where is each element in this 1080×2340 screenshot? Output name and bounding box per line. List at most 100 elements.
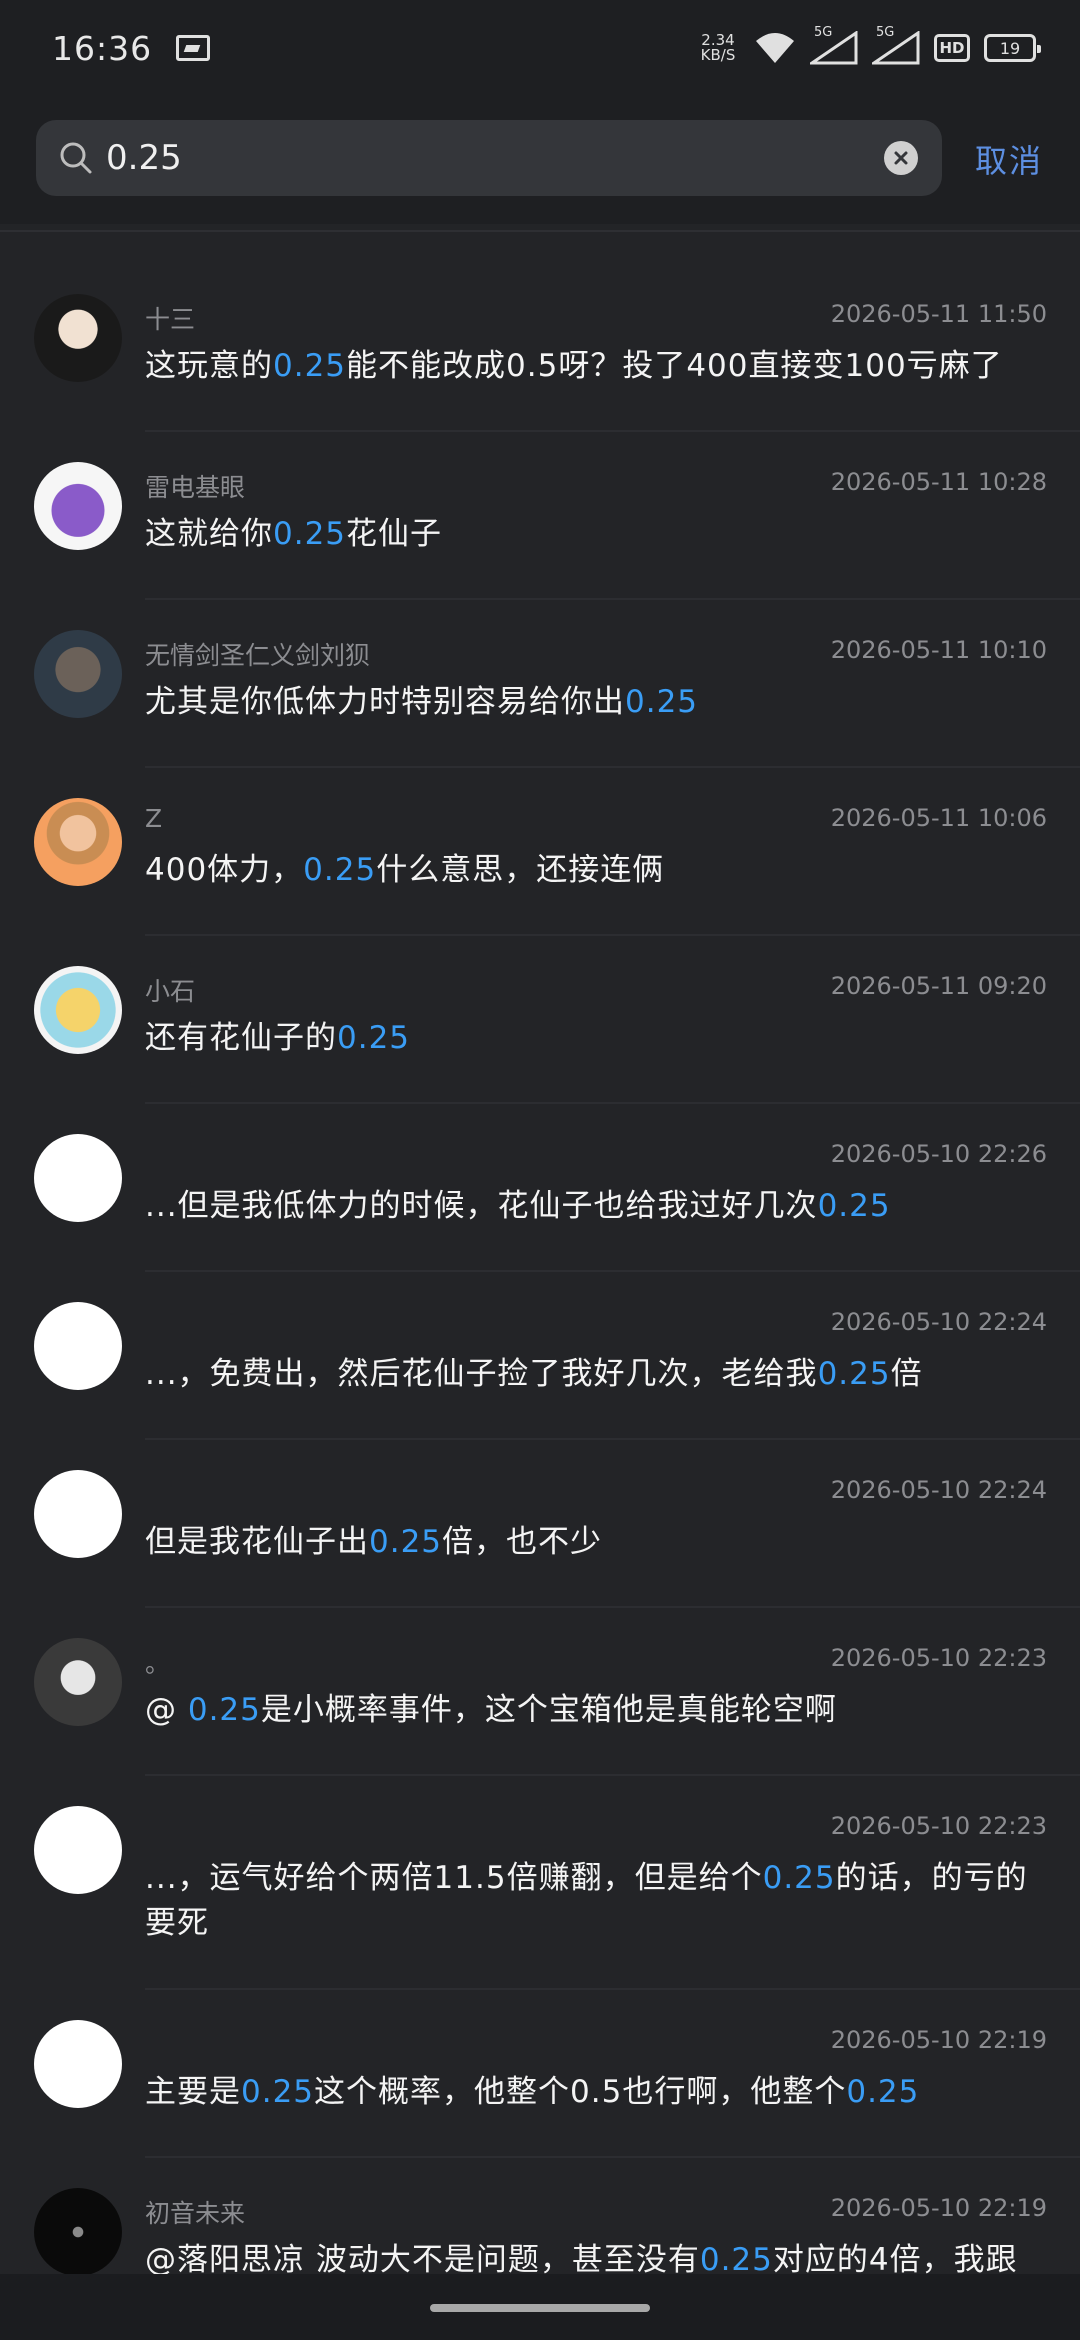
- comment-item[interactable]: 小石 2026-05-11 09:20 还有花仙子的0.25: [0, 936, 1080, 1104]
- comment-text-segment: @: [145, 1692, 188, 1728]
- comment-username: Z: [145, 804, 163, 833]
- comment-text-segment: 这就给你: [145, 516, 273, 552]
- comment-text-segment: 这玩意的: [145, 348, 273, 384]
- search-icon: [60, 142, 92, 174]
- comment-item[interactable]: 。 2026-05-10 22:23 @ 0.25是小概率事件，这个宝箱他是真能轮空…: [0, 1608, 1080, 1776]
- avatar[interactable]: [34, 294, 122, 382]
- avatar[interactable]: [34, 1302, 122, 1390]
- cellular-1-label: 5G: [814, 25, 833, 40]
- comment-username: 初音未来: [145, 2199, 246, 2228]
- comment-timestamp: 2026-05-10 22:24: [830, 1308, 1047, 1336]
- comment-item[interactable]: Z 2026-05-11 10:06 400体力，0.25什么意思，还接连俩: [0, 768, 1080, 936]
- comment-text: ...但是我低体力的时候，花仙子也给我过好几次0.25: [145, 1184, 1045, 1229]
- comment-timestamp: 2026-05-11 11:50: [830, 300, 1047, 328]
- avatar[interactable]: [34, 966, 122, 1054]
- avatar[interactable]: [34, 630, 122, 718]
- comment-timestamp: 2026-05-10 22:26: [830, 1140, 1047, 1168]
- comment-timestamp: 2026-05-11 10:28: [830, 468, 1047, 496]
- comment-timestamp: 2026-05-11 10:06: [830, 804, 1047, 832]
- avatar[interactable]: [34, 1806, 122, 1894]
- search-highlight: 0.25: [303, 852, 377, 888]
- cellular-2-label: 5G: [876, 25, 895, 40]
- comment-item[interactable]: 十三 2026-05-11 11:50 这玩意的0.25能不能改成0.5呀？投了40…: [0, 264, 1080, 432]
- cellular-signal-2-icon: 5G: [872, 25, 920, 65]
- comment-text: 这玩意的0.25能不能改成0.5呀？投了400直接变100亏麻了: [145, 344, 1045, 389]
- search-highlight: 0.25: [762, 1860, 836, 1896]
- search-highlight: 0.25: [817, 1188, 891, 1224]
- search-highlight: 0.25: [241, 2074, 315, 2110]
- comment-text-segment: 是小概率事件，这个宝箱他是真能轮空啊: [260, 1692, 837, 1728]
- comment-text-segment: 这个概率，他整个0.5也行啊，他整个: [314, 2074, 847, 2110]
- comment-username: 无情剑圣仁义剑刘狈: [145, 641, 371, 670]
- comment-text-segment: 能不能改成0.5呀？投了400直接变100亏麻了: [346, 348, 1003, 384]
- navigation-bar: [0, 2274, 1080, 2340]
- comment-text-segment: ...但是我低体力的时候，花仙子也给我过好几次: [145, 1188, 818, 1224]
- search-highlight: 0.25: [846, 2074, 920, 2110]
- comment-item[interactable]: 初音未来 2026-05-10 22:19 @落阳思凉 波动大不是问题，甚至没有0.…: [0, 2158, 1080, 2274]
- status-bar: 16:36 2.34 KB/S 5G 5G HD 19: [0, 0, 1080, 96]
- search-input[interactable]: [106, 120, 886, 196]
- avatar[interactable]: [34, 462, 122, 550]
- comment-text: ...，运气好给个两倍11.5倍赚翻，但是给个0.25的话，的亏的要死: [145, 1856, 1045, 1946]
- comment-text-segment: 倍: [890, 1356, 923, 1392]
- search-highlight: 0.25: [817, 1356, 891, 1392]
- search-highlight: 0.25: [369, 1524, 443, 1560]
- comment-item[interactable]: 2026-05-10 22:26 ...但是我低体力的时候，花仙子也给我过好几次0…: [0, 1104, 1080, 1272]
- close-icon: [894, 151, 908, 165]
- comment-timestamp: 2026-05-10 22:19: [830, 2026, 1047, 2054]
- comment-text-segment: 花仙子: [346, 516, 443, 552]
- comment-item[interactable]: 2026-05-10 22:19 主要是0.25这个概率，他整个0.5也行啊，他整…: [0, 1990, 1080, 2158]
- comment-item[interactable]: 无情剑圣仁义剑刘狈 2026-05-11 10:10 尤其是你低体力时特别容易给你出…: [0, 600, 1080, 768]
- comment-timestamp: 2026-05-10 22:23: [830, 1812, 1047, 1840]
- avatar[interactable]: [34, 2020, 122, 2108]
- search-results-list[interactable]: 十三 2026-05-11 11:50 这玩意的0.25能不能改成0.5呀？投了40…: [0, 224, 1080, 2274]
- comment-username: 。: [145, 1649, 171, 1678]
- comment-text-segment: 尤其是你低体力时特别容易给你出: [145, 684, 625, 720]
- comment-text: ...，免费出，然后花仙子捡了我好几次，老给我0.25倍: [145, 1352, 1045, 1397]
- search-box[interactable]: [36, 120, 942, 196]
- comment-text-segment: 主要是: [145, 2074, 241, 2110]
- comment-text-segment: 还有花仙子的: [145, 1020, 337, 1056]
- comment-text-segment: 什么意思，还接连俩: [376, 852, 665, 888]
- search-highlight: 0.25: [337, 1020, 411, 1056]
- comment-timestamp: 2026-05-10 22:23: [830, 1644, 1047, 1672]
- status-time: 16:36: [52, 28, 153, 68]
- comment-username: 小石: [145, 977, 196, 1006]
- results-top-divider: [0, 224, 1080, 232]
- comment-text-segment: 倍，也不少: [442, 1524, 603, 1560]
- notification-app-icon: [176, 35, 211, 61]
- status-icons: 2.34 KB/S 5G 5G HD 19: [696, 24, 1041, 72]
- comment-text-segment: ...，免费出，然后花仙子捡了我好几次，老给我: [145, 1356, 818, 1392]
- comment-text: 但是我花仙子出0.25倍，也不少: [145, 1520, 1045, 1565]
- battery-icon: 19: [984, 34, 1041, 62]
- avatar[interactable]: [34, 1470, 122, 1558]
- home-indicator[interactable]: [430, 2304, 650, 2312]
- comment-item[interactable]: 2026-05-10 22:24 ...，免费出，然后花仙子捡了我好几次，老给我0…: [0, 1272, 1080, 1440]
- comment-text: 还有花仙子的0.25: [145, 1016, 1045, 1061]
- avatar[interactable]: [34, 1638, 122, 1726]
- avatar[interactable]: [34, 798, 122, 886]
- hd-voice-icon: HD: [934, 34, 970, 62]
- cellular-signal-1-icon: 5G: [810, 25, 858, 65]
- comment-text-segment: 但是我花仙子出: [145, 1524, 369, 1560]
- search-highlight: 0.25: [187, 1692, 261, 1728]
- comment-item[interactable]: 雷电基眼 2026-05-11 10:28 这就给你0.25花仙子: [0, 432, 1080, 600]
- comment-timestamp: 2026-05-11 10:10: [830, 636, 1047, 664]
- avatar[interactable]: [34, 2188, 122, 2274]
- comment-text-segment: @落阳思凉 波动大不是问题，甚至没有: [145, 2242, 700, 2274]
- wifi-icon: [756, 33, 794, 63]
- comment-timestamp: 2026-05-10 22:19: [830, 2194, 1047, 2222]
- comment-item[interactable]: 2026-05-10 22:24 但是我花仙子出0.25倍，也不少: [0, 1440, 1080, 1608]
- search-highlight: 0.25: [273, 348, 347, 384]
- comment-username: 雷电基眼: [145, 473, 246, 502]
- avatar[interactable]: [34, 1134, 122, 1222]
- search-highlight: 0.25: [699, 2242, 773, 2274]
- comment-text: @落阳思凉 波动大不是问题，甚至没有0.25对应的4倍，我跟管理说过了: [145, 2238, 1045, 2274]
- cancel-button[interactable]: 取消: [975, 136, 1043, 182]
- comment-text-segment: 400体力，: [145, 852, 304, 888]
- comment-text: @ 0.25是小概率事件，这个宝箱他是真能轮空啊: [145, 1688, 1045, 1733]
- network-speed-unit: KB/S: [700, 46, 736, 64]
- clear-search-button[interactable]: [884, 141, 918, 175]
- comment-timestamp: 2026-05-11 09:20: [830, 972, 1047, 1000]
- comment-item[interactable]: 2026-05-10 22:23 ...，运气好给个两倍11.5倍赚翻，但是给个0…: [0, 1776, 1080, 1990]
